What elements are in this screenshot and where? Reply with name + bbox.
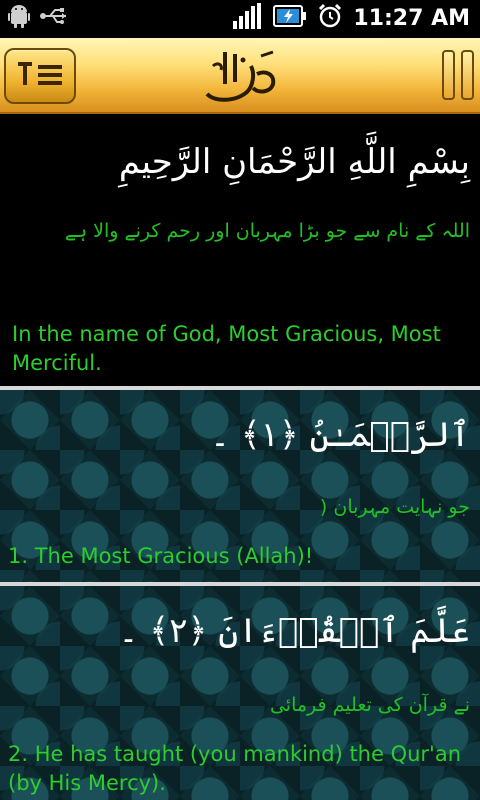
battery-charging-icon bbox=[273, 4, 307, 32]
ar-rahman-calligraphy-icon bbox=[195, 44, 285, 106]
app-header bbox=[0, 38, 480, 114]
list-menu-icon bbox=[16, 61, 64, 91]
urdu-translation: نے قرآن کی تعلیم فرمائی bbox=[269, 694, 470, 716]
pause-icon-bar bbox=[461, 50, 474, 100]
usb-icon bbox=[40, 6, 70, 30]
pause-icon bbox=[442, 50, 455, 100]
android-icon bbox=[8, 4, 30, 32]
pause-button[interactable] bbox=[442, 50, 474, 100]
signal-icon bbox=[233, 3, 263, 33]
verse-list[interactable]: بِسْمِ اللَّهِ الرَّحْمَانِ الرَّحِيمِ ا… bbox=[0, 114, 480, 800]
menu-button[interactable] bbox=[4, 48, 76, 104]
urdu-translation: اللہ کے نام سے جو بڑا مہربان اور رحم کرن… bbox=[64, 220, 470, 242]
verse-item[interactable]: بِسْمِ اللَّهِ الرَّحْمَانِ الرَّحِيمِ ا… bbox=[0, 114, 480, 386]
status-time: 11:27 AM bbox=[353, 5, 470, 31]
english-translation: 2. He has taught (you mankind) the Qur'a… bbox=[8, 742, 462, 795]
verse-item[interactable]: عَلَّمَ ٱلۡقُرۡءَانَ ﴿٢﴾ ۔ نے قرآن کی تع… bbox=[0, 586, 480, 800]
urdu-translation: جو نہایت مہربان ( bbox=[319, 496, 470, 518]
arabic-text: عَلَّمَ ٱلۡقُرۡءَانَ ﴿٢﴾ ۔ bbox=[118, 611, 470, 651]
status-bar: 11:27 AM bbox=[0, 0, 480, 38]
alarm-icon bbox=[317, 3, 343, 33]
english-translation: In the name of God, Most Gracious, Most … bbox=[12, 322, 441, 375]
arabic-text: بِسْمِ اللَّهِ الرَّحْمَانِ الرَّحِيمِ bbox=[118, 142, 470, 182]
english-translation: 1. The Most Gracious (Allah)! bbox=[8, 544, 314, 568]
verse-item[interactable]: ٱلرَّحۡمَـٰنُ ﴿١﴾ ۔ جو نہایت مہربان ( 1.… bbox=[0, 390, 480, 582]
arabic-text: ٱلرَّحۡمَـٰنُ ﴿١﴾ ۔ bbox=[210, 415, 470, 455]
